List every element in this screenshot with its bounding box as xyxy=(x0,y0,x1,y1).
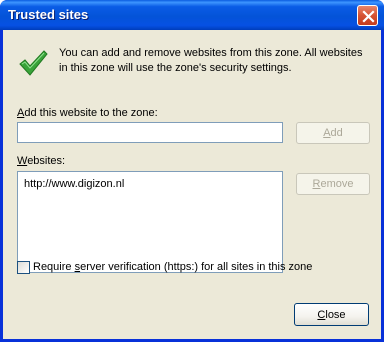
add-website-label: Add this website to the zone: xyxy=(17,107,158,119)
close-button[interactable]: Close xyxy=(294,303,369,326)
require-https-label[interactable]: Require server verification (https:) for… xyxy=(33,261,312,273)
window-title: Trusted sites xyxy=(8,7,89,22)
close-icon xyxy=(362,10,375,23)
checkmark-icon xyxy=(19,50,48,76)
intro-text: You can add and remove websites from thi… xyxy=(59,47,363,74)
websites-label: Websites: xyxy=(17,155,66,167)
websites-list[interactable]: http://www.digizon.nl xyxy=(17,171,283,273)
title-bar[interactable]: Trusted sites xyxy=(0,0,384,30)
title-close-button[interactable] xyxy=(357,5,378,26)
require-https-checkbox[interactable] xyxy=(17,261,30,274)
list-item[interactable]: http://www.digizon.nl xyxy=(24,178,124,190)
dialog-body: You can add and remove websites from thi… xyxy=(3,30,381,339)
trusted-sites-dialog: Trusted sites You can add and remove web… xyxy=(0,0,384,342)
website-url-input[interactable] xyxy=(17,122,283,143)
add-button[interactable]: Add xyxy=(296,122,370,144)
remove-button[interactable]: Remove xyxy=(296,173,370,195)
